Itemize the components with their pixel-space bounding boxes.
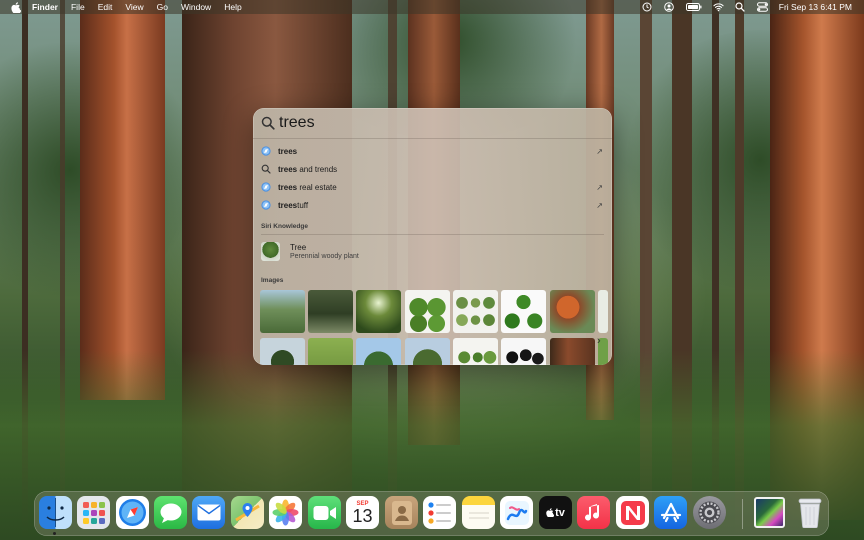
search-icon bbox=[261, 116, 275, 130]
notes-icon[interactable] bbox=[462, 496, 495, 529]
suggestion-treestuff[interactable]: treestuff ↗ bbox=[253, 196, 612, 214]
image-result[interactable] bbox=[356, 290, 401, 333]
image-result[interactable] bbox=[598, 290, 608, 333]
apple-tv-icon[interactable]: tv bbox=[539, 496, 572, 529]
section-divider bbox=[261, 234, 604, 235]
siri-knowledge-heading: Siri Knowledge bbox=[261, 223, 308, 230]
image-result[interactable] bbox=[308, 290, 353, 333]
finder-running-indicator bbox=[53, 532, 56, 535]
suggestion-list: trees ↗ trees and trends trees real esta… bbox=[253, 142, 612, 214]
image-result[interactable] bbox=[405, 338, 450, 365]
photos-icon[interactable] bbox=[269, 496, 302, 529]
calendar-icon[interactable]: SEP 13 bbox=[346, 496, 379, 529]
battery-icon[interactable] bbox=[685, 2, 702, 13]
menu-bar: Finder File Edit View Go Window Help Fri… bbox=[0, 0, 864, 14]
image-result[interactable] bbox=[405, 290, 450, 333]
safari-icon bbox=[261, 182, 271, 192]
mail-icon[interactable] bbox=[192, 496, 225, 529]
open-arrow-icon: ↗ bbox=[596, 182, 603, 192]
image-result[interactable] bbox=[501, 290, 546, 333]
safari-icon bbox=[261, 146, 271, 156]
image-result[interactable] bbox=[501, 338, 546, 365]
image-result[interactable] bbox=[453, 338, 498, 365]
facetime-icon[interactable] bbox=[308, 496, 341, 529]
siri-knowledge-result[interactable]: Tree Perennial woody plant bbox=[261, 239, 604, 263]
music-icon[interactable] bbox=[577, 496, 610, 529]
menu-help[interactable]: Help bbox=[224, 2, 241, 12]
spotlight-search-icon[interactable] bbox=[735, 2, 746, 13]
image-result[interactable] bbox=[453, 290, 498, 333]
spotlight-window: trees ↗ trees and trends trees real esta… bbox=[253, 108, 612, 365]
app-store-icon[interactable] bbox=[654, 496, 687, 529]
user-icon[interactable] bbox=[664, 2, 675, 13]
suggestion-trees[interactable]: trees ↗ bbox=[253, 142, 612, 160]
control-center-icon[interactable] bbox=[756, 2, 768, 13]
suggestion-trees-real-estate[interactable]: trees real estate ↗ bbox=[253, 178, 612, 196]
spotlight-search-input[interactable] bbox=[279, 111, 612, 135]
images-heading: Images bbox=[261, 277, 284, 284]
freeform-icon[interactable] bbox=[500, 496, 533, 529]
tree-thumbnail bbox=[261, 241, 280, 261]
image-result[interactable] bbox=[550, 338, 595, 365]
image-result[interactable] bbox=[260, 290, 305, 333]
menu-view[interactable]: View bbox=[125, 2, 143, 12]
dock-separator bbox=[742, 499, 743, 529]
knowledge-subtitle: Perennial woody plant bbox=[290, 252, 359, 260]
calendar-day: 13 bbox=[352, 506, 373, 526]
reminders-icon[interactable] bbox=[423, 496, 456, 529]
news-icon[interactable] bbox=[616, 496, 649, 529]
system-settings-icon[interactable] bbox=[693, 496, 726, 529]
menu-edit[interactable]: Edit bbox=[98, 2, 113, 12]
wifi-icon[interactable] bbox=[713, 2, 724, 13]
open-arrow-icon: ↗ bbox=[596, 146, 603, 156]
image-result[interactable] bbox=[260, 338, 305, 365]
apple-tv-label: tv bbox=[555, 506, 565, 519]
knowledge-title: Tree bbox=[290, 242, 307, 252]
spotlight-search-bar bbox=[253, 108, 612, 139]
maps-icon[interactable] bbox=[231, 496, 264, 529]
screen-time-icon[interactable] bbox=[642, 2, 653, 13]
open-arrow-icon: ↗ bbox=[596, 200, 603, 210]
trash-icon[interactable] bbox=[793, 496, 826, 529]
menu-file[interactable]: File bbox=[71, 2, 85, 12]
downloads-stack-icon[interactable] bbox=[754, 497, 785, 528]
messages-icon[interactable] bbox=[154, 496, 187, 529]
image-result[interactable] bbox=[550, 290, 595, 333]
finder-icon[interactable] bbox=[39, 496, 72, 529]
menu-window[interactable]: Window bbox=[181, 2, 211, 12]
contacts-icon[interactable] bbox=[385, 496, 418, 529]
search-icon bbox=[261, 164, 271, 174]
dock: SEP 13 tv bbox=[34, 491, 829, 536]
safari-icon bbox=[261, 200, 271, 210]
suggestion-trees-and-trends[interactable]: trees and trends bbox=[253, 160, 612, 178]
launchpad-icon[interactable] bbox=[77, 496, 110, 529]
images-next-chevron-icon[interactable]: › bbox=[597, 335, 601, 347]
menu-bar-clock[interactable]: Fri Sep 13 6:41 PM bbox=[779, 2, 852, 12]
safari-icon[interactable] bbox=[116, 496, 149, 529]
menu-finder[interactable]: Finder bbox=[32, 2, 58, 12]
apple-menu-icon[interactable] bbox=[11, 1, 22, 13]
image-result[interactable] bbox=[356, 338, 401, 365]
menu-go[interactable]: Go bbox=[157, 2, 168, 12]
image-result[interactable] bbox=[308, 338, 353, 365]
